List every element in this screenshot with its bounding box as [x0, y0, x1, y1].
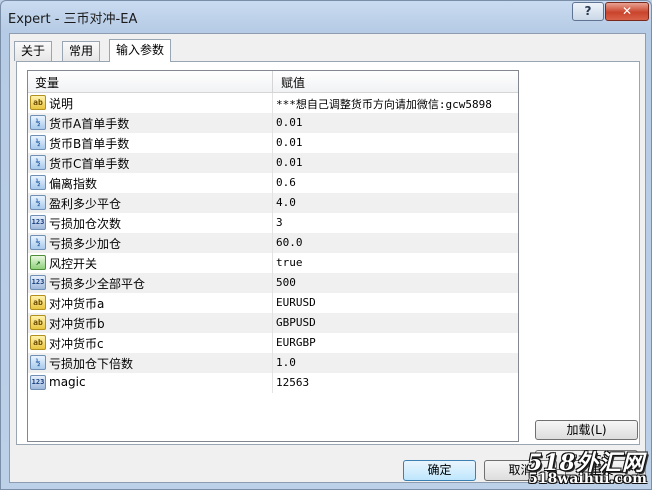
double-type-icon: ½	[30, 175, 46, 190]
parameter-row[interactable]: ½ 货币C首单手数 0.01	[28, 153, 518, 173]
double-type-icon: ½	[30, 195, 46, 210]
string-type-icon: ab	[30, 315, 46, 330]
dialog-client-area: 关于 常用 输入参数 变量 赋值 ab 说明 ***想自己调整货币方向请加微信:gc…	[9, 33, 646, 483]
parameters-grid[interactable]: 变量 赋值 ab 说明 ***想自己调整货币方向请加微信:gcw5898 ½ 货币A首单…	[27, 70, 519, 442]
parameter-row[interactable]: ½ 亏损多少加仓 60.0	[28, 233, 518, 253]
double-type-icon: ½	[30, 135, 46, 150]
parameter-value[interactable]: 0.01	[276, 136, 303, 149]
site-watermark: 518外汇网 518waihui.com	[523, 445, 651, 489]
parameter-name: 亏损多少加仓	[49, 237, 122, 251]
parameter-name: 亏损加仓下倍数	[49, 357, 134, 371]
parameter-name: 亏损加仓次数	[49, 217, 122, 231]
parameter-value[interactable]: 12563	[276, 376, 309, 389]
parameter-value[interactable]: 500	[276, 276, 296, 289]
parameter-name: 货币A首单手数	[49, 117, 130, 131]
string-type-icon: ab	[30, 335, 46, 350]
parameter-name: 对冲货币b	[49, 317, 105, 331]
column-divider[interactable]	[272, 71, 273, 93]
double-type-icon: ½	[30, 115, 46, 130]
parameter-name: 偏离指数	[49, 177, 98, 191]
bool-type-icon: ↗	[30, 255, 46, 270]
parameter-row[interactable]: ½ 盈利多少平仓 4.0	[28, 193, 518, 213]
parameter-value[interactable]: 60.0	[276, 236, 303, 249]
parameter-row[interactable]: ab 对冲货币b GBPUSD	[28, 313, 518, 333]
parameter-row[interactable]: 123 亏损多少全部平仓 500	[28, 273, 518, 293]
parameter-row[interactable]: ab 对冲货币a EURUSD	[28, 293, 518, 313]
ok-button[interactable]: 确定	[403, 460, 476, 481]
expert-properties-window: Expert - 三币对冲-EA ? ✕ 关于 常用 输入参数 变量 赋值 ab…	[0, 0, 652, 490]
parameter-value[interactable]: 0.01	[276, 156, 303, 169]
parameter-name: 货币C首单手数	[49, 157, 130, 171]
parameter-row[interactable]: ½ 货币A首单手数 0.01	[28, 113, 518, 133]
parameter-row[interactable]: ab 对冲货币c EURGBP	[28, 333, 518, 353]
parameter-name: 亏损多少全部平仓	[49, 277, 146, 291]
tab-about[interactable]: 关于	[14, 41, 53, 61]
title-bar[interactable]: Expert - 三币对冲-EA ? ✕	[1, 1, 651, 31]
double-type-icon: ½	[30, 235, 46, 250]
parameter-value[interactable]: EURGBP	[276, 336, 316, 349]
parameter-row[interactable]: 123 亏损加仓次数 3	[28, 213, 518, 233]
parameter-row[interactable]: ↗ 风控开关 true	[28, 253, 518, 273]
parameter-value[interactable]: ***想自己调整货币方向请加微信:gcw5898	[276, 96, 492, 112]
parameter-row[interactable]: ½ 货币B首单手数 0.01	[28, 133, 518, 153]
parameter-row[interactable]: ½ 偏离指数 0.6	[28, 173, 518, 193]
parameter-name: 对冲货币c	[49, 337, 104, 351]
parameter-name: 货币B首单手数	[49, 137, 130, 151]
parameter-row[interactable]: ab 说明 ***想自己调整货币方向请加微信:gcw5898	[28, 93, 518, 113]
parameter-name: 风控开关	[49, 257, 98, 271]
parameter-value[interactable]: EURUSD	[276, 296, 316, 309]
grid-header: 变量 赋值	[28, 71, 518, 93]
parameter-name: 盈利多少平仓	[49, 197, 122, 211]
string-type-icon: ab	[30, 95, 46, 110]
close-button[interactable]: ✕	[605, 2, 649, 21]
tab-common[interactable]: 常用	[62, 41, 101, 61]
integer-type-icon: 123	[30, 275, 46, 290]
parameter-row[interactable]: ½ 亏损加仓下倍数 1.0	[28, 353, 518, 373]
parameter-name: magic	[49, 375, 86, 389]
parameter-value[interactable]: 4.0	[276, 196, 296, 209]
column-header-variable[interactable]: 变量	[35, 74, 59, 91]
integer-type-icon: 123	[30, 375, 46, 390]
watermark-url: 518waihui.com	[528, 471, 647, 487]
inputs-tab-panel: 变量 赋值 ab 说明 ***想自己调整货币方向请加微信:gcw5898 ½ 货币A首单…	[16, 61, 640, 470]
parameter-value[interactable]: 0.01	[276, 116, 303, 129]
double-type-icon: ½	[30, 355, 46, 370]
column-header-value[interactable]: 赋值	[281, 74, 305, 91]
parameter-value[interactable]: GBPUSD	[276, 316, 316, 329]
string-type-icon: ab	[30, 295, 46, 310]
double-type-icon: ½	[30, 155, 46, 170]
parameter-value[interactable]: 3	[276, 216, 283, 229]
parameter-value[interactable]: 1.0	[276, 356, 296, 369]
integer-type-icon: 123	[30, 215, 46, 230]
tab-inputs[interactable]: 输入参数	[109, 39, 172, 62]
parameter-value[interactable]: true	[276, 256, 303, 269]
window-title: Expert - 三币对冲-EA	[8, 12, 138, 27]
help-button[interactable]: ?	[572, 2, 604, 21]
load-button[interactable]: 加载(L)	[535, 420, 638, 440]
parameter-name: 说明	[49, 97, 74, 111]
parameter-name: 对冲货币a	[49, 297, 105, 311]
grid-column-line	[272, 93, 273, 393]
parameter-value[interactable]: 0.6	[276, 176, 296, 189]
parameter-row[interactable]: 123 magic 12563	[28, 373, 518, 393]
